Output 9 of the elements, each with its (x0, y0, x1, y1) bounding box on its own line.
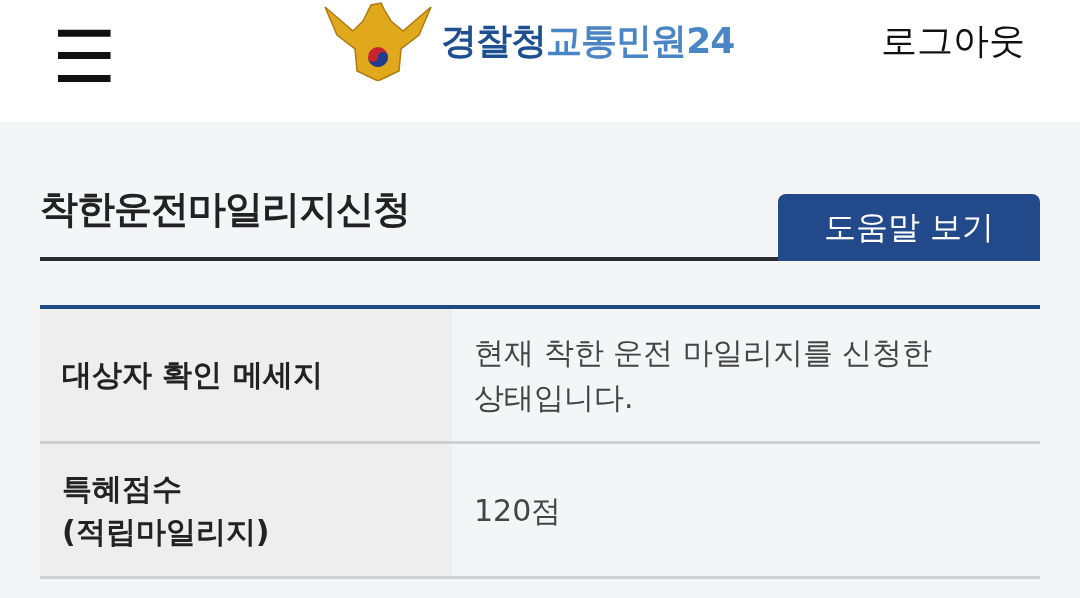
page-title: 착한운전마일리지신청 (40, 186, 410, 233)
logout-link[interactable]: 로그아웃 (881, 16, 1025, 66)
help-button[interactable]: 도움말 보기 (778, 194, 1040, 261)
row-value: 120점 (473, 491, 563, 530)
menu-icon[interactable]: ☰ (52, 21, 117, 93)
row-value: 현재 착한 운전 마일리지를 신청한 상태입니다. (473, 334, 934, 417)
logo-text[interactable]: 경찰청교통민원24 (441, 16, 735, 66)
row-label: 대상자 확인 메세지 (40, 309, 452, 441)
row-label: 특혜점수 (적립마일리지) (40, 444, 452, 576)
